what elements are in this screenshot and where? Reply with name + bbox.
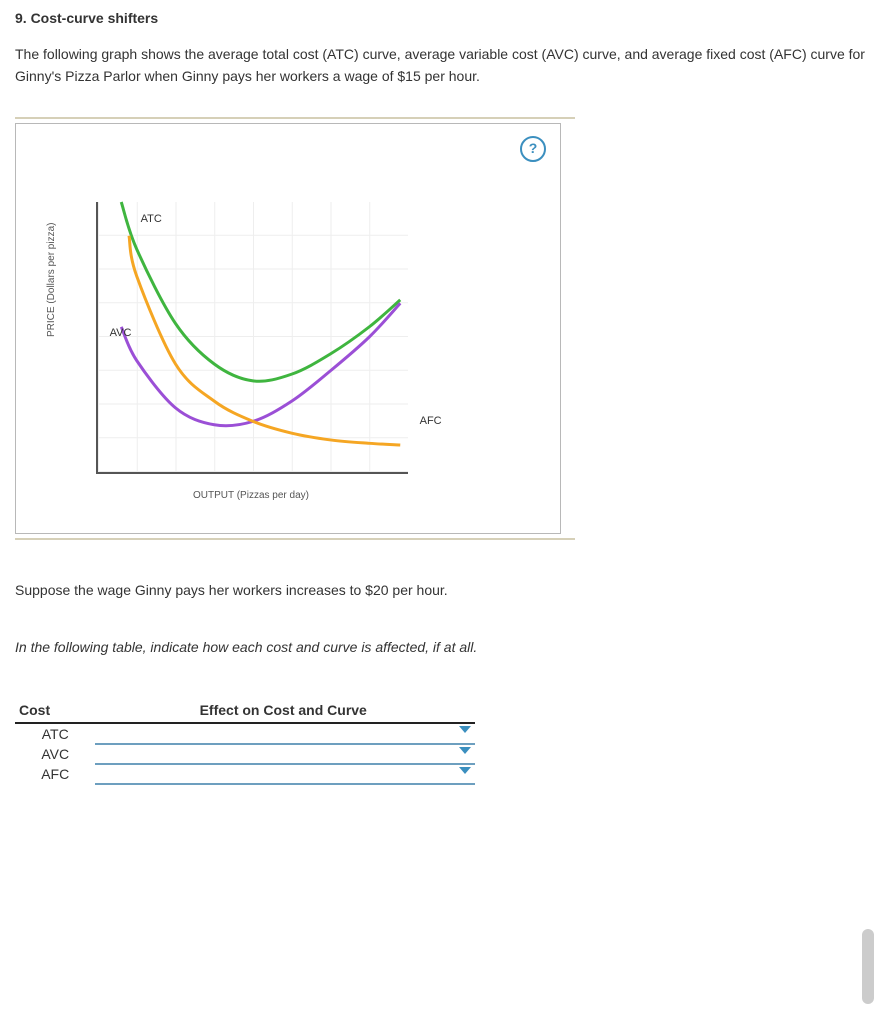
- atc-label: ATC: [141, 213, 162, 225]
- intro-text: The following graph shows the average to…: [15, 44, 865, 87]
- chart: PRICE (Dollars per pizza) ATC AVC AFC OU…: [96, 202, 416, 501]
- curves-svg: [98, 202, 408, 472]
- effect-dropdown[interactable]: [95, 744, 475, 764]
- scrollbar-thumb[interactable]: [862, 929, 874, 1004]
- x-axis-label: OUTPUT (Pizzas per day): [96, 490, 406, 501]
- question-heading: 9. Cost-curve shifters: [15, 10, 865, 26]
- table-instruction: In the following table, indicate how eac…: [15, 637, 865, 658]
- afc-label: AFC: [420, 415, 442, 427]
- col-header-cost: Cost: [15, 698, 95, 723]
- row-label: AVC: [15, 744, 95, 764]
- effect-dropdown[interactable]: [95, 764, 475, 784]
- effect-dropdown[interactable]: [95, 723, 475, 744]
- table-row: AVC: [15, 744, 475, 764]
- chevron-down-icon: [459, 767, 471, 774]
- col-header-effect: Effect on Cost and Curve: [95, 698, 475, 723]
- table-row: AFC: [15, 764, 475, 784]
- chevron-down-icon: [459, 726, 471, 733]
- table-body: ATCAVCAFC: [15, 723, 475, 784]
- y-axis-label: PRICE (Dollars per pizza): [46, 223, 57, 337]
- chevron-down-icon: [459, 747, 471, 754]
- avc-curve: [121, 304, 400, 427]
- help-icon[interactable]: ?: [520, 136, 546, 162]
- atc-curve: [121, 202, 400, 381]
- divider-bottom: [15, 538, 575, 540]
- table-row: ATC: [15, 723, 475, 744]
- plot-area: ATC AVC AFC: [96, 202, 408, 474]
- cost-table: Cost Effect on Cost and Curve ATCAVCAFC: [15, 698, 475, 785]
- graph-panel: ? PRICE (Dollars per pizza) ATC AVC AFC …: [15, 123, 561, 534]
- scenario-prompt: Suppose the wage Ginny pays her workers …: [15, 580, 865, 601]
- row-label: AFC: [15, 764, 95, 784]
- afc-curve: [129, 236, 400, 445]
- avc-label: AVC: [110, 327, 132, 339]
- divider-top: [15, 117, 575, 119]
- row-label: ATC: [15, 723, 95, 744]
